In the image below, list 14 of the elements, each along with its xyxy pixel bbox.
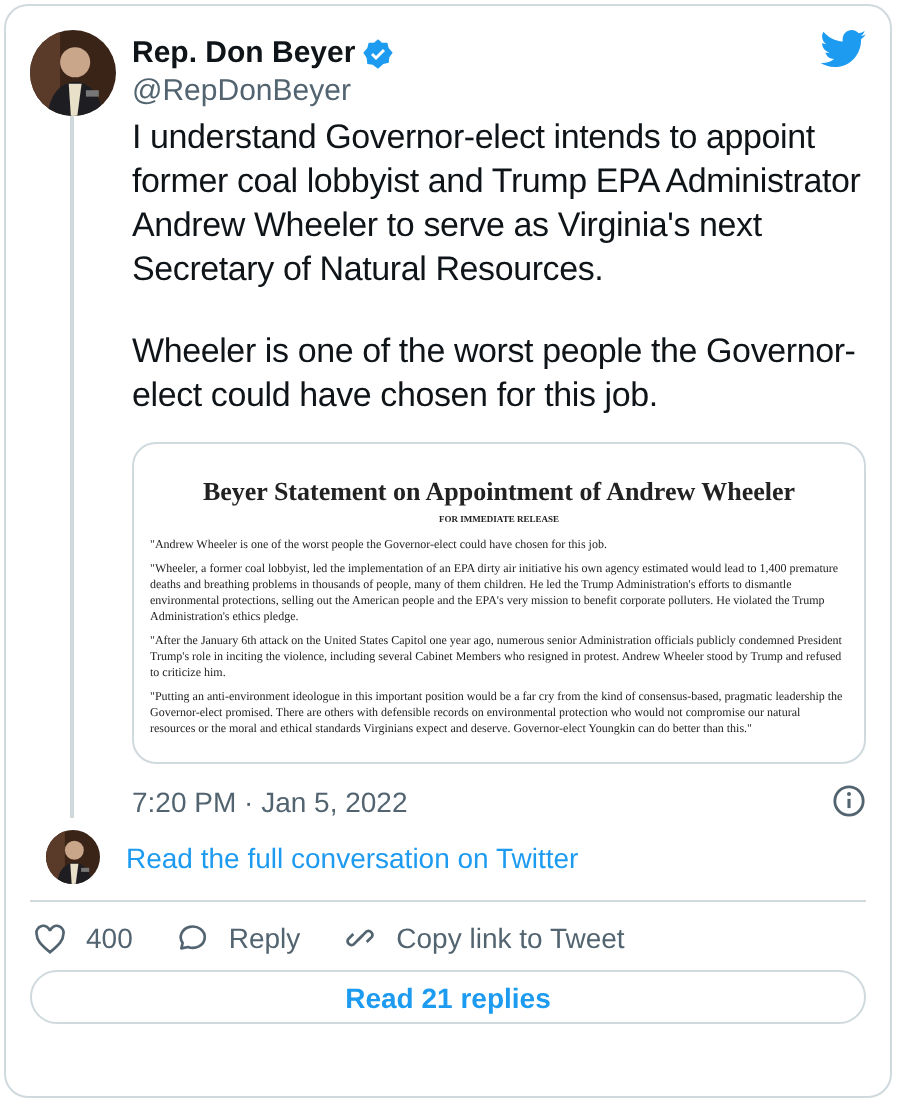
author-handle[interactable]: @RepDonBeyer — [132, 74, 804, 108]
copy-link-button[interactable]: Copy link to Tweet — [344, 922, 625, 954]
tweet-text: Wheeler is one of the worst people the Governor-elect could have chosen for this job. — [132, 330, 858, 418]
reply-button[interactable]: Reply — [176, 922, 301, 954]
bird-logo-icon[interactable] — [820, 30, 866, 68]
info-icon[interactable] — [832, 784, 866, 818]
speech-bubble-icon — [176, 923, 209, 953]
author-name[interactable]: Rep. Don Beyer — [132, 36, 356, 70]
tweet-timestamp[interactable]: 7:20 PM · Jan 5, 2022 — [132, 785, 408, 817]
heart-icon — [34, 923, 66, 953]
statement-image[interactable] — [132, 442, 866, 764]
statement-title: Beyer Statement on Appointment of Andrew Wheeler — [200, 476, 798, 508]
tweet-text: I understand Governor-elect intends to appoint former coal lobbyist and Trump EPA Administrator Andrew Wheeler to serve as Virginia's next Secretary of Natural Resources. — [132, 116, 863, 292]
like-button[interactable]: 400 — [34, 922, 133, 954]
